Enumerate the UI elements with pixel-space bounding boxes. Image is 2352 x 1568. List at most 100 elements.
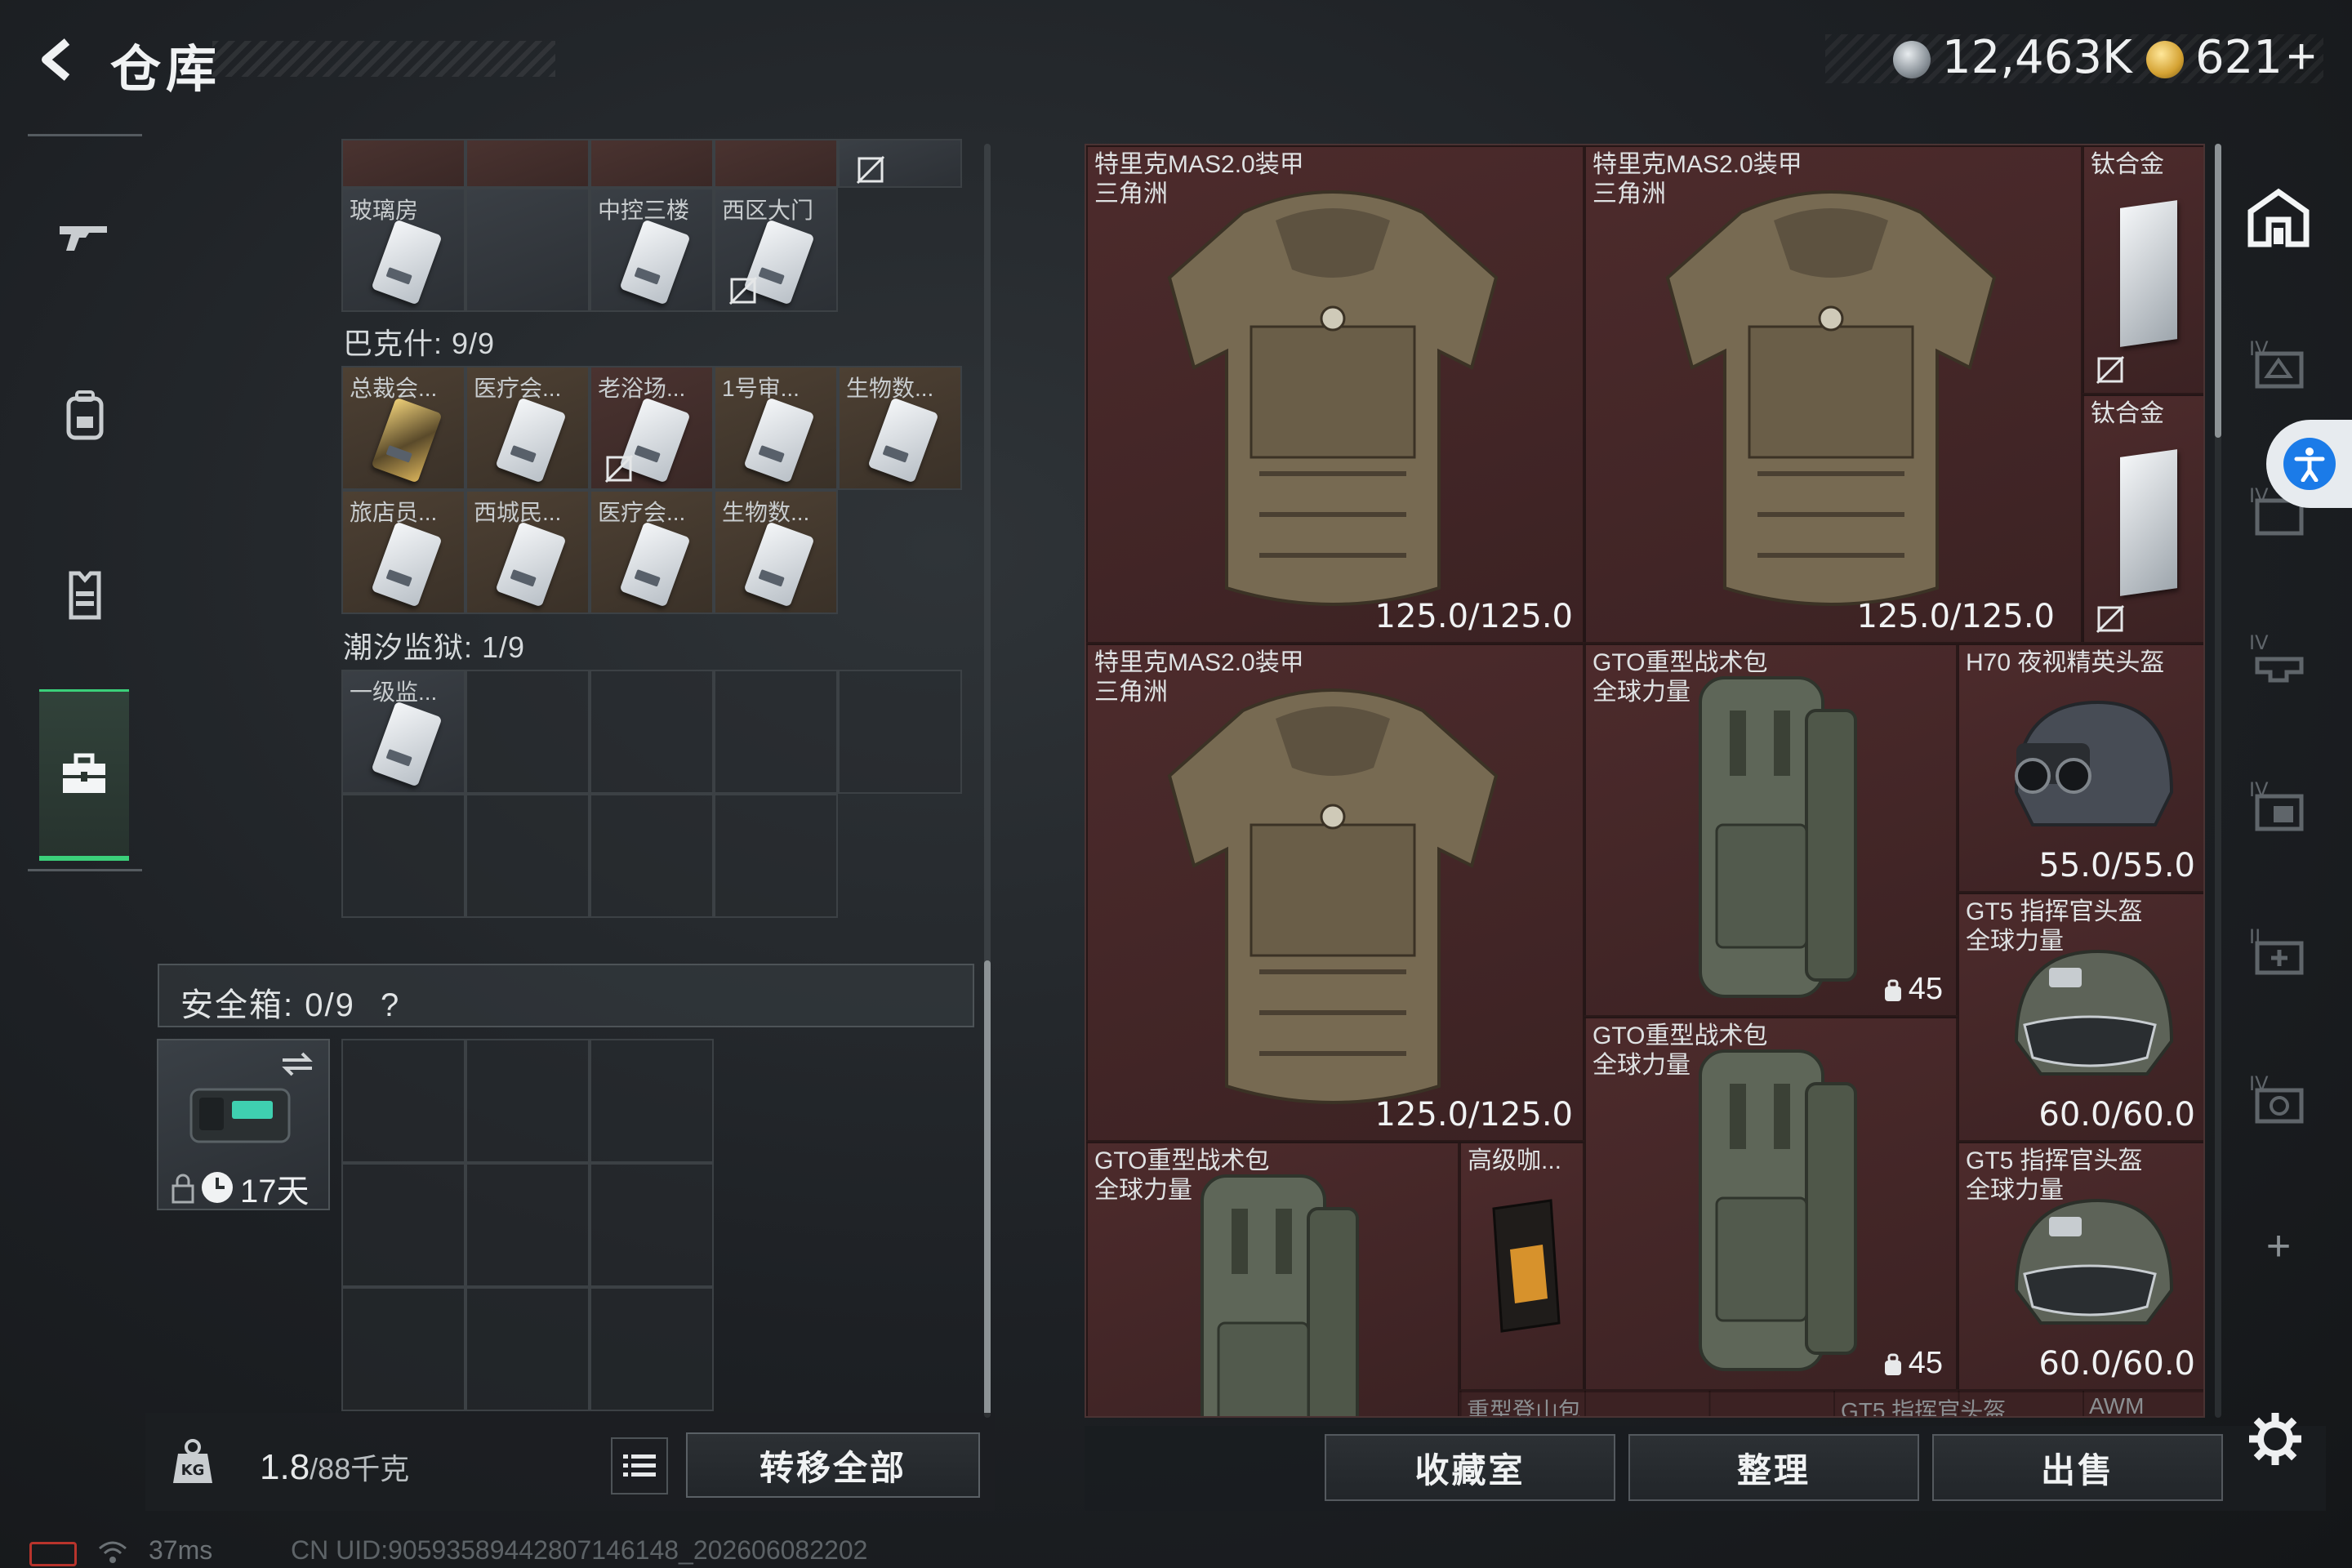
nav-vest[interactable] xyxy=(41,550,129,639)
stash-item-armor[interactable]: 特里克MAS2.0装甲 三角洲 125.0/125.0 xyxy=(1086,644,1584,1142)
key-card-slot[interactable]: 1号审... xyxy=(714,366,838,490)
right-nav: IV IV IV IV II IV + xyxy=(2230,144,2328,1450)
transfer-all-button[interactable]: 转移全部 xyxy=(686,1432,980,1498)
key-card-slot[interactable]: 旅店员... xyxy=(341,490,466,614)
nav-toolbox[interactable] xyxy=(39,689,129,861)
settings-button[interactable] xyxy=(2243,1406,2308,1472)
left-nav xyxy=(28,134,142,872)
weight-max: /88千克 xyxy=(310,1452,410,1486)
empty-slot[interactable] xyxy=(466,794,590,918)
empty-slot[interactable] xyxy=(590,1287,714,1411)
empty-slot[interactable] xyxy=(590,794,714,918)
collection-room-button[interactable]: 收藏室 xyxy=(1325,1434,1615,1501)
bottom-left-bar: KG 1.8/88千克 转移全部 xyxy=(145,1413,995,1511)
help-button[interactable]: ? xyxy=(381,987,400,1023)
stash-item-backpack[interactable]: GTO重型战术包 全球力量 xyxy=(1086,1142,1459,1416)
nav-backpack[interactable] xyxy=(41,371,129,459)
item-slot[interactable] xyxy=(590,139,714,188)
item-slot[interactable] xyxy=(714,139,838,188)
stash-item-titanium[interactable]: 钛合金 xyxy=(2082,145,2203,394)
stash-item-helmet[interactable]: H70 夜视精英头盔 55.0/55.0 xyxy=(1958,644,2203,893)
empty-slot[interactable] xyxy=(341,1287,466,1411)
storage-tab-home[interactable] xyxy=(2238,176,2319,258)
access-card-icon xyxy=(495,397,567,483)
safe-box-case[interactable]: 17天 xyxy=(157,1039,330,1210)
key-card-slot[interactable]: 老浴场... xyxy=(590,366,714,490)
empty-slot[interactable] xyxy=(341,1163,466,1287)
durability: 125.0/125.0 xyxy=(1374,1096,1574,1134)
storage-tab-6[interactable]: IV xyxy=(2238,1058,2319,1140)
level-iv-tab-icon-1: IV xyxy=(2249,337,2304,389)
empty-slot[interactable] xyxy=(466,1039,590,1163)
key-card-slot[interactable]: 生物数... xyxy=(838,366,962,490)
key-card-slot[interactable]: 西城民... xyxy=(466,490,590,614)
stash-item-backpack[interactable]: GTO重型战术包 全球力量 45 xyxy=(1584,1017,1958,1391)
key-card-slot[interactable]: 西区大门 xyxy=(714,188,838,312)
sell-button[interactable]: 出售 xyxy=(1932,1434,2223,1501)
stash-item-titanium[interactable]: 钛合金 xyxy=(2082,394,2203,644)
key-card-slot[interactable]: 玻璃房 xyxy=(341,188,466,312)
empty-slot[interactable] xyxy=(714,794,838,918)
key-card-slot[interactable]: 一级监... xyxy=(341,670,466,794)
empty-slot[interactable] xyxy=(590,1039,714,1163)
key-card-slot[interactable]: 总裁会... xyxy=(341,366,466,490)
storage-tab-4[interactable]: IV xyxy=(2238,764,2319,846)
key-card-slot[interactable] xyxy=(466,188,590,312)
unlinked-icon xyxy=(604,454,634,483)
coffee-bag-icon xyxy=(1492,1199,1561,1333)
key-card-slot[interactable]: 医疗会... xyxy=(590,490,714,614)
storage-tab-1[interactable]: IV xyxy=(2238,323,2319,405)
empty-slot[interactable] xyxy=(466,670,590,794)
empty-slot[interactable] xyxy=(838,670,962,794)
container-scrollbar[interactable] xyxy=(984,144,991,1418)
tidal-prison-grid: 一级监... xyxy=(341,670,962,918)
top-bar: 仓库 12,463K 621 + xyxy=(0,0,2352,114)
stash-item-helmet[interactable]: GT5 指挥官头盔 全球力量 60.0/60.0 xyxy=(1958,1142,2203,1391)
clock-icon xyxy=(202,1172,233,1203)
lock-icon xyxy=(172,1174,194,1204)
safe-case-icon xyxy=(189,1088,291,1143)
scrollbar-thumb[interactable] xyxy=(984,960,991,1418)
titanium-plate-icon xyxy=(2120,449,2177,596)
empty-slot[interactable] xyxy=(341,1039,466,1163)
accessibility-button[interactable] xyxy=(2266,420,2352,508)
item-name-partial: 重型登山包 xyxy=(1467,1398,1582,1418)
list-view-button[interactable] xyxy=(611,1437,668,1494)
scrollbar-thumb[interactable] xyxy=(2215,144,2221,438)
stash-scrollbar[interactable] xyxy=(2215,144,2221,1418)
organize-button[interactable]: 整理 xyxy=(1628,1434,1919,1501)
key-card-slot[interactable]: 中控三楼 xyxy=(590,188,714,312)
nav-weapons[interactable] xyxy=(41,191,129,279)
access-card-icon xyxy=(371,521,443,608)
svg-text:IV: IV xyxy=(2249,631,2269,654)
storage-tab-5[interactable]: II xyxy=(2238,911,2319,993)
key-card-slot[interactable]: 医疗会... xyxy=(466,366,590,490)
empty-slot[interactable] xyxy=(466,1163,590,1287)
weight-icon: KG xyxy=(173,1439,212,1483)
empty-slot[interactable] xyxy=(590,670,714,794)
storage-tab-3[interactable]: IV xyxy=(2238,617,2319,699)
body-armor-icon xyxy=(1167,688,1499,1104)
add-currency-button[interactable]: + xyxy=(2287,28,2316,86)
empty-slot[interactable] xyxy=(590,1163,714,1287)
item-slot[interactable] xyxy=(341,139,466,188)
stash-item-helmet[interactable]: GT5 指挥官头盔 全球力量 60.0/60.0 xyxy=(1958,893,2203,1142)
item-label: 总裁会... xyxy=(350,376,438,401)
empty-slot[interactable] xyxy=(341,794,466,918)
empty-slot[interactable] xyxy=(466,1287,590,1411)
item-name: 钛合金 xyxy=(2091,151,2164,178)
empty-slot[interactable] xyxy=(714,670,838,794)
add-storage-tab-button[interactable]: + xyxy=(2238,1205,2319,1287)
stash-item-armor[interactable]: 特里克MAS2.0装甲 三角洲 125.0/125.0 xyxy=(1584,145,2082,644)
item-slot[interactable] xyxy=(838,139,962,188)
key-card-slot[interactable]: 生物数... xyxy=(714,490,838,614)
access-card-icon xyxy=(619,219,691,305)
gold-coin-icon xyxy=(2146,41,2184,78)
stash-item-coffee[interactable]: 高级咖... xyxy=(1459,1142,1584,1391)
back-button[interactable] xyxy=(24,31,90,88)
stash-item-armor[interactable]: 特里克MAS2.0装甲 三角洲 125.0/125.0 xyxy=(1086,145,1584,644)
body-armor-icon xyxy=(1665,190,1997,606)
item-label: 中控三楼 xyxy=(598,198,690,223)
item-slot[interactable] xyxy=(466,139,590,188)
stash-item-backpack[interactable]: GTO重型战术包 全球力量 45 xyxy=(1584,644,1958,1017)
